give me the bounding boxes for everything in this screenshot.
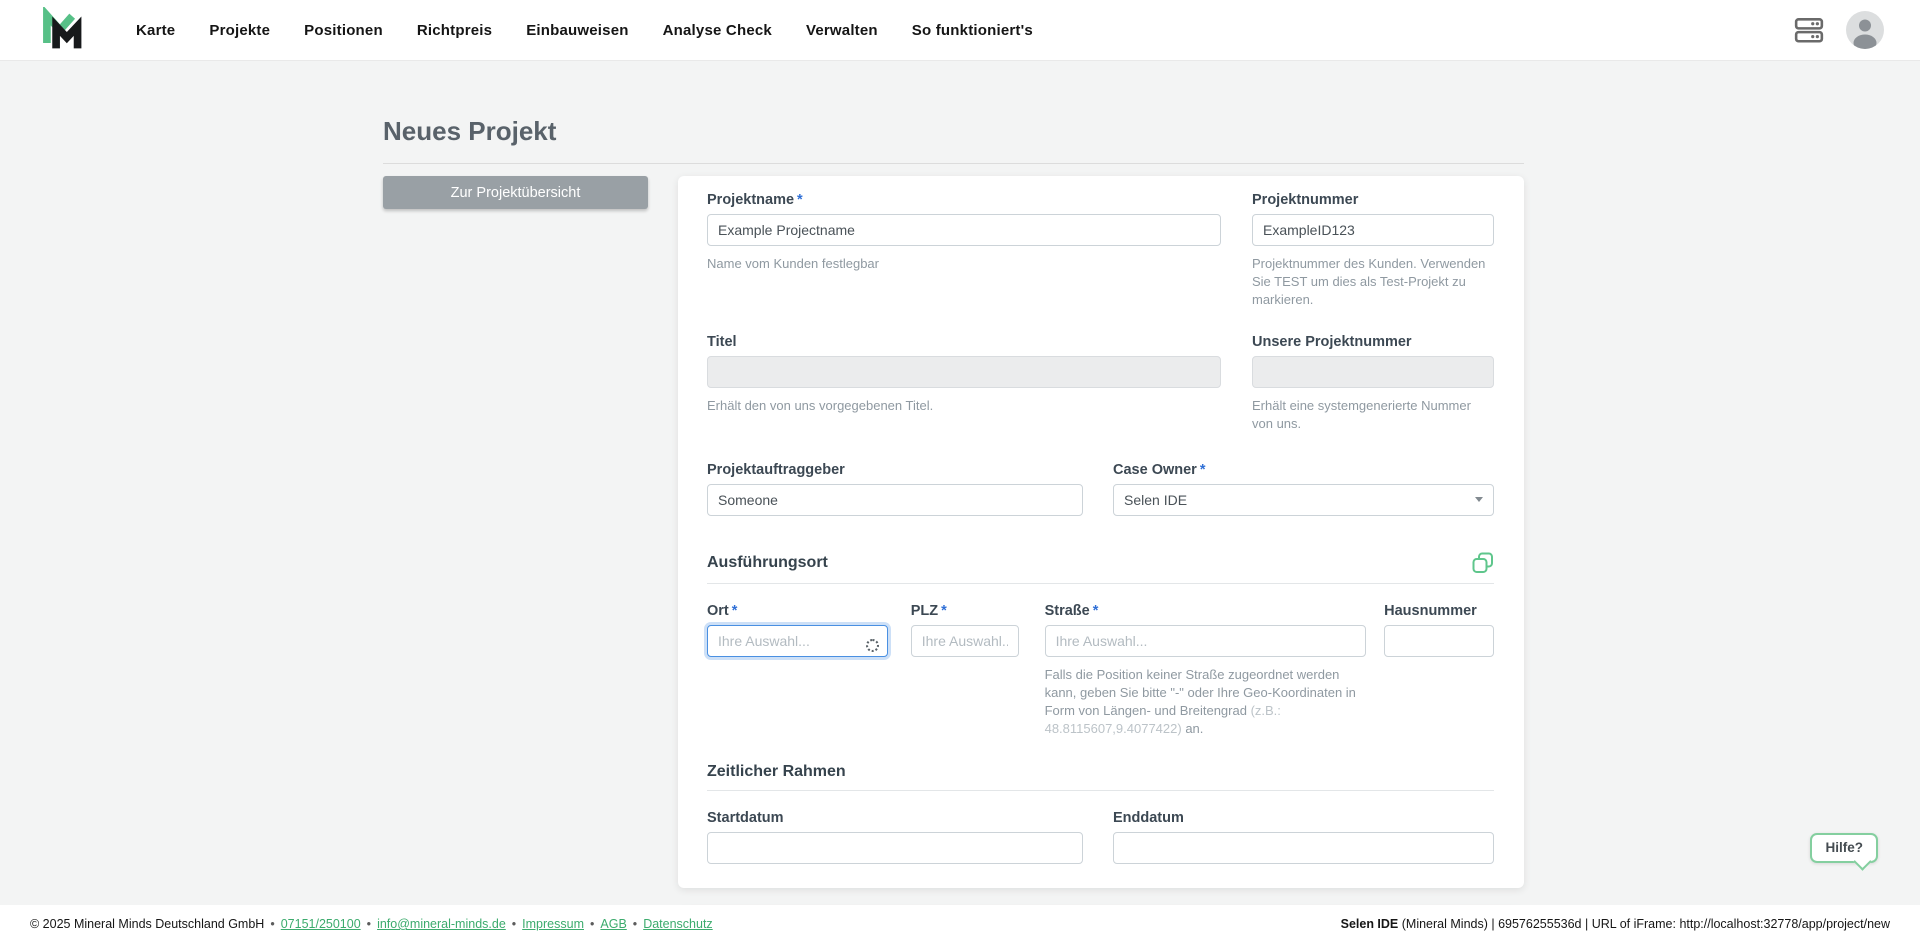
footer: © 2025 Mineral Minds Deutschland GmbH • …	[0, 905, 1920, 943]
field-strasse: Straße* Falls die Position keiner Straße…	[1044, 602, 1367, 738]
field-ort: Ort *	[707, 602, 888, 657]
section-divider	[707, 790, 1494, 792]
footer-separator: •	[632, 917, 638, 931]
nav-item-positionen[interactable]: Positionen	[304, 22, 383, 39]
title-divider	[383, 163, 1524, 164]
required-marker: *	[797, 192, 803, 208]
field-projektname: Projektname* Name vom Kunden festlegbar	[707, 191, 1221, 273]
top-navbar: Karte Projekte Positionen Richtpreis Ein…	[0, 0, 1920, 61]
case-owner-label: Case Owner *	[1113, 461, 1206, 478]
footer-copyright: © 2025 Mineral Minds Deutschland GmbH	[30, 917, 265, 931]
person-icon	[1853, 19, 1877, 49]
nav-item-verwalten[interactable]: Verwalten	[806, 22, 878, 39]
footer-link-agb[interactable]: AGB	[600, 917, 626, 931]
copy-icon[interactable]	[1472, 552, 1494, 574]
projektauftraggeber-input[interactable]	[707, 483, 1083, 516]
titel-input	[707, 355, 1221, 388]
field-projektauftraggeber: Projektauftraggeber	[707, 461, 1083, 516]
help-bubble-label: Hilfe?	[1825, 840, 1863, 855]
titel-helper: Erhält den von uns vorgegebenen Titel.	[707, 397, 934, 413]
projektauftraggeber-label: Projektauftraggeber	[707, 461, 845, 478]
enddatum-input[interactable]	[1113, 832, 1494, 865]
ort-label: Ort *	[707, 602, 738, 619]
unsere-projektnummer-input	[1252, 355, 1494, 388]
mineral-minds-logo[interactable]	[40, 6, 88, 54]
projektname-helper: Name vom Kunden festlegbar	[707, 256, 879, 271]
field-hausnummer: Hausnummer	[1384, 602, 1494, 657]
nav-item-richtpreis[interactable]: Richtpreis	[417, 22, 492, 39]
field-projektnummer: Projektnummer Projektnummer des Kunden. …	[1252, 191, 1494, 309]
chevron-down-icon	[1475, 497, 1483, 503]
field-plz: PLZ *	[910, 602, 1019, 657]
required-marker: *	[941, 602, 947, 619]
footer-separator: •	[366, 917, 372, 931]
nav-item-so-funktionierts[interactable]: So funktioniert's	[912, 22, 1033, 39]
section-divider	[707, 582, 1494, 584]
titel-label: Titel	[707, 333, 737, 350]
server-stack-icon[interactable]	[1794, 15, 1824, 45]
strasse-input[interactable]	[1044, 624, 1367, 657]
required-marker: *	[1092, 602, 1099, 619]
required-marker: *	[1199, 461, 1206, 478]
field-case-owner: Case Owner * Selen IDE	[1113, 461, 1494, 516]
help-bubble[interactable]: Hilfe?	[1810, 833, 1878, 863]
projektname-input[interactable]	[707, 214, 1221, 246]
enddatum-label: Enddatum	[1113, 810, 1184, 827]
case-owner-select[interactable]: Selen IDE	[1113, 483, 1494, 516]
field-titel: Titel Erhält den von uns vorgegebenen Ti…	[707, 333, 1221, 415]
footer-separator: •	[590, 917, 595, 931]
user-avatar[interactable]	[1846, 11, 1884, 49]
footer-link-datenschutz[interactable]: Datenschutz	[643, 917, 712, 931]
field-startdatum: Startdatum	[707, 809, 1083, 865]
loading-spinner-icon	[865, 638, 879, 652]
footer-user-name: Selen IDE	[1340, 917, 1399, 931]
unsere-projektnummer-helper: Erhält eine systemgenerierte Nummer von …	[1252, 397, 1471, 431]
hausnummer-label: Hausnummer	[1384, 602, 1477, 619]
project-form-card: Projektname* Name vom Kunden festlegbar …	[678, 176, 1524, 889]
footer-session-details: (Mineral Minds) | 69576255536d | URL of …	[1398, 917, 1890, 931]
footer-link-impressum[interactable]: Impressum	[522, 917, 584, 931]
unsere-projektnummer-label: Unsere Projektnummer	[1252, 333, 1412, 350]
section-title-zeitlicher-rahmen: Zeitlicher Rahmen	[707, 763, 846, 781]
footer-link-phone[interactable]: 07151/250100	[281, 917, 361, 931]
startdatum-label: Startdatum	[707, 810, 784, 827]
projektname-label: Projektname *	[707, 192, 803, 208]
logo-icon	[43, 7, 82, 49]
plz-label: PLZ *	[910, 602, 947, 619]
nav-item-karte[interactable]: Karte	[136, 22, 175, 39]
hausnummer-input[interactable]	[1384, 624, 1494, 657]
projektnummer-label: Projektnummer	[1252, 192, 1359, 208]
nav-item-analyse-check[interactable]: Analyse Check	[663, 22, 772, 39]
page-title: Neues Projekt	[383, 116, 557, 146]
strasse-label: Straße *	[1044, 602, 1099, 619]
projektnummer-input[interactable]	[1252, 214, 1494, 246]
nav-item-projekte[interactable]: Projekte	[209, 22, 270, 39]
footer-separator: •	[511, 917, 517, 931]
footer-session-info: Selen IDE (Mineral Minds) | 69576255536d…	[1341, 917, 1890, 931]
footer-separator: •	[270, 917, 275, 931]
field-unsere-projektnummer: Unsere Projektnummer Erhält eine systemg…	[1252, 333, 1494, 433]
main-nav: Karte Projekte Positionen Richtpreis Ein…	[136, 22, 1794, 39]
plz-input[interactable]	[910, 624, 1019, 657]
startdatum-input[interactable]	[707, 832, 1083, 865]
required-marker: *	[731, 602, 738, 619]
footer-link-email[interactable]: info@mineral-minds.de	[377, 917, 506, 931]
nav-item-einbauweisen[interactable]: Einbauweisen	[526, 22, 628, 39]
projektnummer-helper: Projektnummer des Kunden. Verwenden Sie …	[1252, 256, 1486, 307]
page-content: Neues Projekt Zur Projektübersicht Proje…	[0, 61, 1920, 905]
field-enddatum: Enddatum	[1113, 809, 1494, 865]
nav-right-group	[1794, 11, 1884, 49]
strasse-helper: Falls die Position keiner Straße zugeord…	[1044, 666, 1356, 736]
footer-left: © 2025 Mineral Minds Deutschland GmbH • …	[30, 917, 713, 931]
zur-projektuebersicht-button[interactable]: Zur Projektübersicht	[383, 176, 648, 209]
case-owner-selected-value: Selen IDE	[1124, 491, 1188, 508]
section-title-ausfuehrungsort: Ausführungsort	[707, 553, 828, 571]
ort-input[interactable]	[707, 624, 888, 657]
